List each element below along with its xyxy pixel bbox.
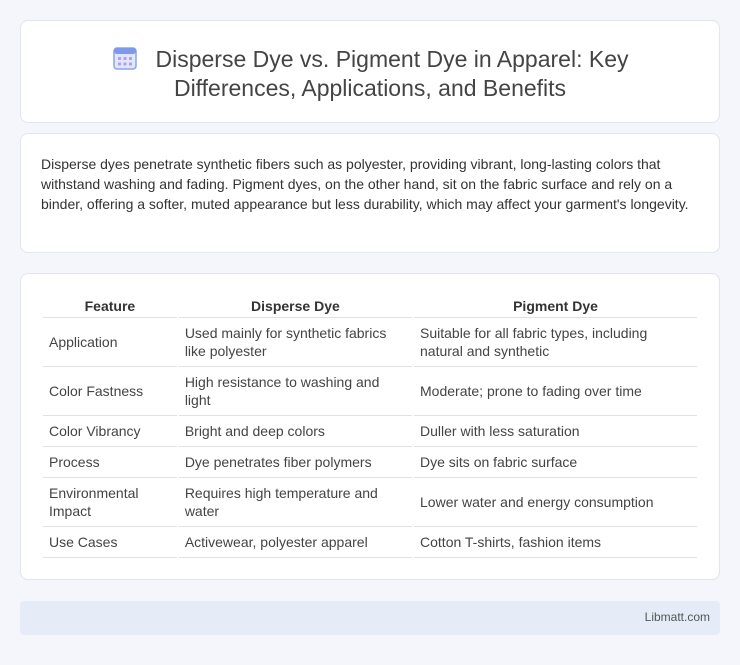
header-pigment-dye: Pigment Dye (414, 296, 697, 318)
table-cell: Environmental Impact (43, 478, 177, 527)
table-cell: Bright and deep colors (178, 416, 413, 447)
table-cell: Suitable for all fabric types, including… (414, 318, 697, 367)
table-cell: Duller with less saturation (414, 416, 697, 447)
intro-card: Disperse dyes penetrate synthetic fibers… (20, 133, 720, 253)
table-row: Application Used mainly for synthetic fa… (43, 318, 697, 367)
table-cell: Application (43, 318, 177, 367)
title-card: Disperse Dye vs. Pigment Dye in Apparel:… (20, 20, 720, 123)
table-cell: High resistance to washing and light (178, 367, 413, 416)
footer-bar: Libmatt.com (20, 601, 720, 635)
table-cell: Dye penetrates fiber polymers (178, 447, 413, 478)
table-cell: Color Fastness (43, 367, 177, 416)
table-row: Process Dye penetrates fiber polymers Dy… (43, 447, 697, 478)
calendar-icon (112, 47, 137, 70)
table-row: Use Cases Activewear, polyester apparel … (43, 527, 697, 558)
table-header-row: Feature Disperse Dye Pigment Dye (43, 296, 697, 318)
comparison-card: Feature Disperse Dye Pigment Dye Applica… (20, 273, 720, 580)
header-disperse-dye: Disperse Dye (178, 296, 413, 318)
table-cell: Color Vibrancy (43, 416, 177, 447)
table-cell: Moderate; prone to fading over time (414, 367, 697, 416)
title-line-2: Differences, Applications, and Benefits (173, 75, 567, 101)
table-cell: Used mainly for synthetic fabrics like p… (178, 318, 413, 367)
table-cell: Use Cases (43, 527, 177, 558)
table-cell: Dye sits on fabric surface (414, 447, 697, 478)
table-row: Color Fastness High resistance to washin… (43, 367, 697, 416)
table-cell: Activewear, polyester apparel (178, 527, 413, 558)
table-cell: Process (43, 447, 177, 478)
footer-brand-link[interactable]: Libmatt.com (645, 610, 710, 624)
table-cell: Lower water and energy consumption (414, 478, 697, 527)
header-feature: Feature (43, 296, 177, 318)
table-cell: Cotton T-shirts, fashion items (414, 527, 697, 558)
table-cell: Requires high temperature and water (178, 478, 413, 527)
page-title: Disperse Dye vs. Pigment Dye in Apparel:… (21, 45, 719, 103)
title-line-1: Disperse Dye vs. Pigment Dye in Apparel:… (155, 46, 629, 72)
table-row: Environmental Impact Requires high tempe… (43, 478, 697, 527)
comparison-table: Feature Disperse Dye Pigment Dye Applica… (41, 296, 699, 558)
intro-paragraph: Disperse dyes penetrate synthetic fibers… (41, 156, 689, 212)
table-row: Color Vibrancy Bright and deep colors Du… (43, 416, 697, 447)
